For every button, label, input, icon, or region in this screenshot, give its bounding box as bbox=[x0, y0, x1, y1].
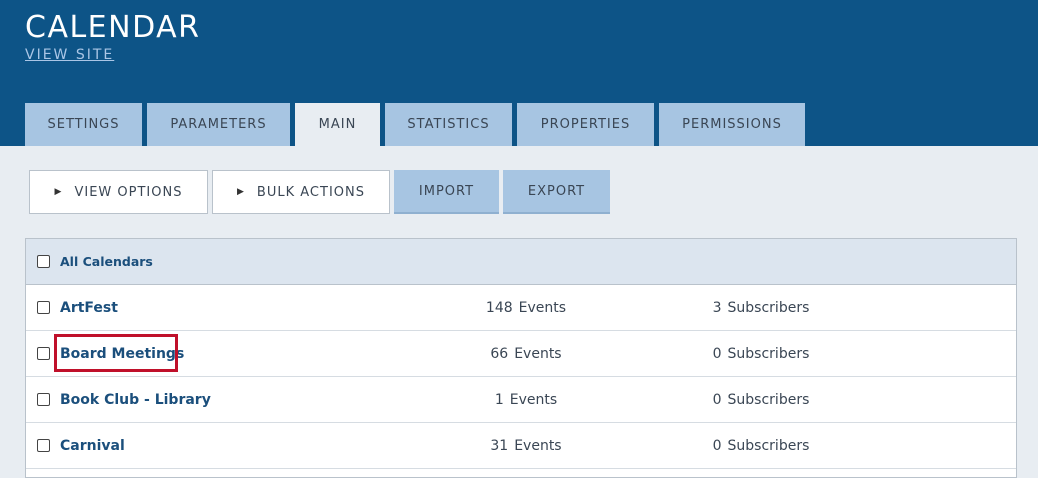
export-button[interactable]: EXPORT bbox=[503, 170, 610, 214]
tab-parameters[interactable]: PARAMETERS bbox=[147, 103, 290, 146]
row-checkbox[interactable] bbox=[37, 301, 50, 314]
row-checkbox[interactable] bbox=[37, 393, 50, 406]
events-suffix: Events bbox=[514, 345, 562, 362]
events-number: 148 bbox=[485, 299, 513, 316]
tab-settings[interactable]: SETTINGS bbox=[25, 103, 142, 146]
subscribers-count: 0 Subscribers bbox=[696, 438, 826, 454]
subscribers-suffix: Subscribers bbox=[727, 391, 810, 408]
view-options-button[interactable]: ▶ VIEW OPTIONS bbox=[29, 170, 208, 214]
row-checkbox[interactable] bbox=[37, 347, 50, 360]
events-suffix: Events bbox=[509, 391, 558, 408]
events-count: 1 Events bbox=[466, 392, 586, 408]
row-checkbox[interactable] bbox=[37, 439, 50, 452]
events-number: 66 bbox=[490, 345, 509, 362]
events-count: 66 Events bbox=[466, 346, 586, 362]
subscribers-count: 3 Subscribers bbox=[696, 300, 826, 316]
calendar-name-link[interactable]: Board Meetings bbox=[60, 346, 184, 362]
table-row: ArtFest 148 Events 3 Subscribers bbox=[26, 285, 1016, 331]
subscribers-number: 0 bbox=[712, 437, 722, 454]
calendars-table: All Calendars ArtFest 148 Events 3 Subscri… bbox=[25, 238, 1017, 478]
page-header: CALENDAR VIEW SITE SETTINGS PARAMETERS M… bbox=[0, 0, 1038, 146]
subscribers-number: 3 bbox=[712, 299, 722, 316]
tab-properties[interactable]: PROPERTIES bbox=[517, 103, 654, 146]
table-row: Carnival 31 Events 0 Subscribers bbox=[26, 423, 1016, 469]
tab-permissions[interactable]: PERMISSIONS bbox=[659, 103, 805, 146]
calendar-name-link[interactable]: ArtFest bbox=[60, 300, 118, 316]
play-arrow-icon: ▶ bbox=[237, 187, 245, 197]
subscribers-count: 0 Subscribers bbox=[696, 346, 826, 362]
tab-statistics[interactable]: STATISTICS bbox=[385, 103, 512, 146]
subscribers-count: 0 Subscribers bbox=[696, 392, 826, 408]
calendar-name-link[interactable]: Book Club - Library bbox=[60, 392, 211, 408]
select-all-checkbox[interactable] bbox=[37, 255, 50, 268]
events-suffix: Events bbox=[514, 437, 562, 454]
view-options-label: VIEW OPTIONS bbox=[74, 184, 183, 200]
tab-bar: SETTINGS PARAMETERS MAIN STATISTICS PROP… bbox=[25, 103, 805, 146]
subscribers-suffix: Subscribers bbox=[727, 437, 810, 454]
table-row: Book Club - Library 1 Events 0 Subscribers bbox=[26, 377, 1016, 423]
table-header: All Calendars bbox=[26, 239, 1016, 285]
all-calendars-label[interactable]: All Calendars bbox=[60, 254, 153, 269]
play-arrow-icon: ▶ bbox=[54, 187, 63, 197]
page-title: CALENDAR bbox=[25, 10, 201, 45]
import-button[interactable]: IMPORT bbox=[394, 170, 499, 214]
subscribers-suffix: Subscribers bbox=[727, 299, 810, 316]
tab-main[interactable]: MAIN bbox=[295, 103, 380, 146]
calendar-name-link[interactable]: Carnival bbox=[60, 438, 125, 454]
events-count: 31 Events bbox=[466, 438, 586, 454]
subscribers-number: 0 bbox=[712, 391, 722, 408]
subscribers-number: 0 bbox=[712, 345, 722, 362]
events-suffix: Events bbox=[518, 299, 567, 316]
events-count: 148 Events bbox=[466, 300, 586, 316]
toolbar: ▶ VIEW OPTIONS ▶ BULK ACTIONS IMPORT EXP… bbox=[29, 170, 610, 214]
bulk-actions-button[interactable]: ▶ BULK ACTIONS bbox=[212, 170, 390, 214]
events-number: 31 bbox=[490, 437, 509, 454]
subscribers-suffix: Subscribers bbox=[727, 345, 810, 362]
events-number: 1 bbox=[494, 391, 504, 408]
bulk-actions-label: BULK ACTIONS bbox=[256, 184, 365, 200]
table-row: Board Meetings 66 Events 0 Subscribers bbox=[26, 331, 1016, 377]
view-site-link[interactable]: VIEW SITE bbox=[25, 47, 114, 63]
